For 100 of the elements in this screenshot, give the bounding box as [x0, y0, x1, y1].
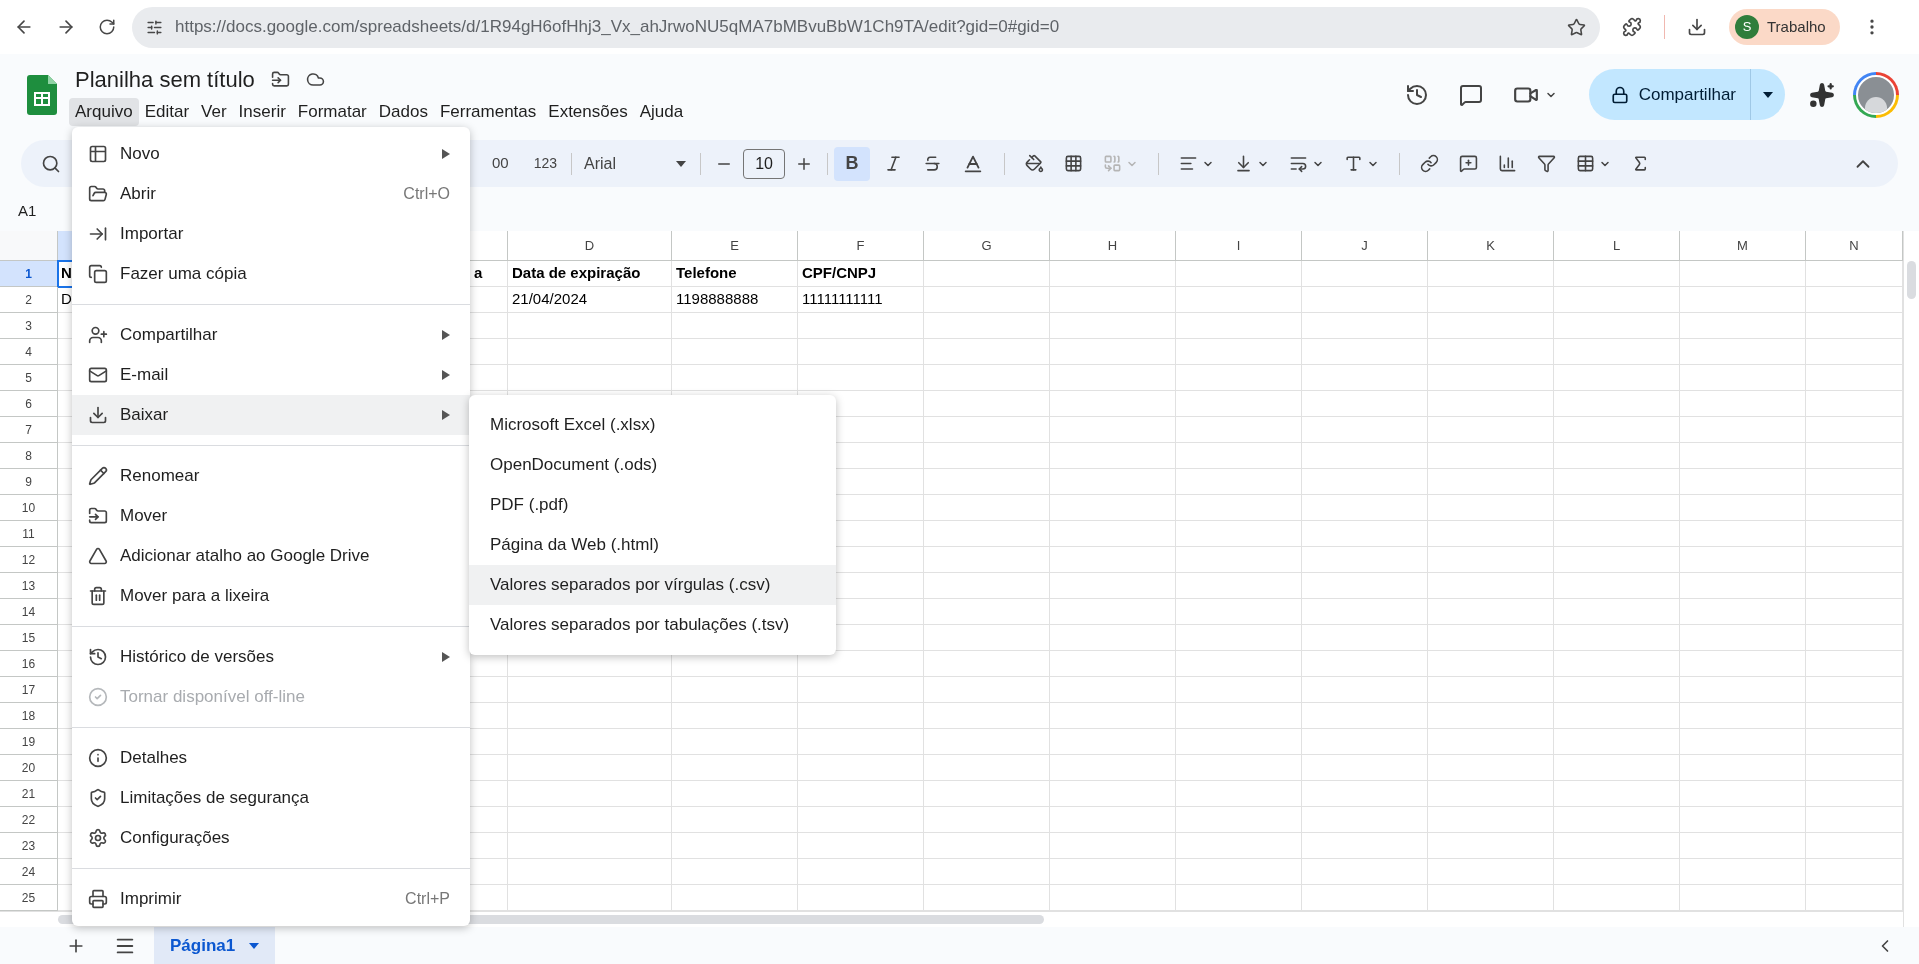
table-cell[interactable] [672, 313, 798, 339]
table-cell[interactable] [1176, 677, 1302, 703]
table-cell[interactable] [924, 599, 1050, 625]
table-cell[interactable] [1428, 339, 1554, 365]
table-cell[interactable] [1554, 261, 1680, 287]
table-cell[interactable] [1428, 807, 1554, 833]
table-cell[interactable] [798, 313, 924, 339]
menu-item[interactable]: Ferramentas [433, 98, 543, 126]
column-header[interactable]: F [798, 231, 924, 260]
table-cell[interactable] [1176, 339, 1302, 365]
table-cell[interactable] [1428, 885, 1554, 911]
site-settings-icon[interactable] [146, 18, 163, 36]
menu-option[interactable]: Detalhes [72, 738, 470, 778]
table-cell[interactable] [1050, 625, 1176, 651]
table-cell[interactable] [1554, 495, 1680, 521]
table-cell[interactable] [1680, 807, 1806, 833]
table-cell[interactable] [1554, 469, 1680, 495]
table-cell[interactable] [508, 313, 672, 339]
table-cell[interactable] [508, 885, 672, 911]
menu-option[interactable]: Baixar [72, 395, 470, 435]
table-cell[interactable] [924, 469, 1050, 495]
table-cell[interactable] [1176, 781, 1302, 807]
table-cell[interactable] [672, 781, 798, 807]
row-header[interactable]: 12 [0, 547, 58, 573]
table-cell[interactable]: Telefone [672, 261, 798, 287]
table-cell[interactable] [1302, 287, 1428, 313]
menu-item[interactable]: Arquivo [69, 98, 139, 126]
table-cell[interactable] [1176, 859, 1302, 885]
menu-option[interactable]: Imprimir Ctrl+P [72, 879, 470, 919]
table-cell[interactable] [1302, 547, 1428, 573]
table-cell[interactable] [1554, 859, 1680, 885]
table-cell[interactable] [1680, 677, 1806, 703]
table-cell[interactable] [924, 807, 1050, 833]
table-cell[interactable] [1680, 339, 1806, 365]
table-cell[interactable] [1176, 443, 1302, 469]
table-cell[interactable] [1554, 339, 1680, 365]
table-cell[interactable] [1554, 651, 1680, 677]
table-cell[interactable] [924, 417, 1050, 443]
table-cell[interactable] [1302, 781, 1428, 807]
table-cell[interactable] [1176, 833, 1302, 859]
table-cell[interactable] [1050, 391, 1176, 417]
table-cell[interactable] [1680, 833, 1806, 859]
table-cell[interactable] [1302, 391, 1428, 417]
table-cell[interactable] [1302, 313, 1428, 339]
table-cell[interactable] [508, 833, 672, 859]
star-icon[interactable] [1567, 17, 1586, 37]
table-cell[interactable] [1680, 781, 1806, 807]
table-cell[interactable] [1176, 885, 1302, 911]
table-cell[interactable] [1050, 885, 1176, 911]
table-cell[interactable] [1680, 599, 1806, 625]
table-cell[interactable] [1554, 443, 1680, 469]
table-cell[interactable] [672, 339, 798, 365]
row-header[interactable]: 20 [0, 755, 58, 781]
column-header[interactable]: M [1680, 231, 1806, 260]
table-cell[interactable] [508, 703, 672, 729]
menu-item[interactable]: Dados [372, 98, 434, 126]
table-cell[interactable] [508, 729, 672, 755]
table-cell[interactable] [1428, 547, 1554, 573]
table-cell[interactable] [1050, 287, 1176, 313]
table-cell[interactable] [1680, 573, 1806, 599]
column-header[interactable]: D [508, 231, 672, 260]
table-cell[interactable] [1302, 417, 1428, 443]
sparkle-icon[interactable] [1809, 81, 1835, 108]
table-cell[interactable] [924, 703, 1050, 729]
format-button[interactable]: 00 [492, 152, 509, 175]
borders-icon[interactable] [1064, 154, 1084, 173]
table-cell[interactable] [1050, 781, 1176, 807]
table-cell[interactable] [798, 807, 924, 833]
table-cell[interactable]: 11111111111 [798, 287, 924, 313]
menu-option[interactable]: Abrir Ctrl+O [72, 174, 470, 214]
table-cell[interactable] [924, 677, 1050, 703]
menu-option[interactable]: Valores separados por vírgulas (.csv) [469, 565, 836, 605]
table-cell[interactable] [1050, 833, 1176, 859]
row-header[interactable]: 10 [0, 495, 58, 521]
table-cell[interactable] [798, 885, 924, 911]
table-cell[interactable] [924, 859, 1050, 885]
table-cell[interactable] [1428, 755, 1554, 781]
reload-icon[interactable] [98, 18, 116, 36]
table-cell[interactable] [924, 755, 1050, 781]
table-cell[interactable] [1680, 313, 1806, 339]
table-cell[interactable] [672, 755, 798, 781]
document-title[interactable]: Planilha sem título [75, 63, 255, 97]
sheets-logo-icon[interactable] [27, 74, 57, 115]
table-cell[interactable] [798, 859, 924, 885]
table-cell[interactable] [1428, 781, 1554, 807]
table-cell[interactable] [672, 859, 798, 885]
table-cell[interactable] [1554, 391, 1680, 417]
table-cell[interactable] [1302, 625, 1428, 651]
row-header[interactable]: 21 [0, 781, 58, 807]
column-header[interactable]: E [672, 231, 798, 260]
fill-color-icon[interactable] [1025, 154, 1045, 173]
row-header[interactable]: 25 [0, 885, 58, 911]
table-cell[interactable]: CPF/CNPJ [798, 261, 924, 287]
table-cell[interactable] [1176, 261, 1302, 287]
menu-item[interactable]: Editar [138, 98, 196, 126]
wrap-text-icon[interactable] [1289, 154, 1309, 173]
column-header[interactable]: K [1428, 231, 1554, 260]
table-cell[interactable] [1680, 261, 1806, 287]
table-cell[interactable] [798, 703, 924, 729]
table-cell[interactable] [798, 781, 924, 807]
